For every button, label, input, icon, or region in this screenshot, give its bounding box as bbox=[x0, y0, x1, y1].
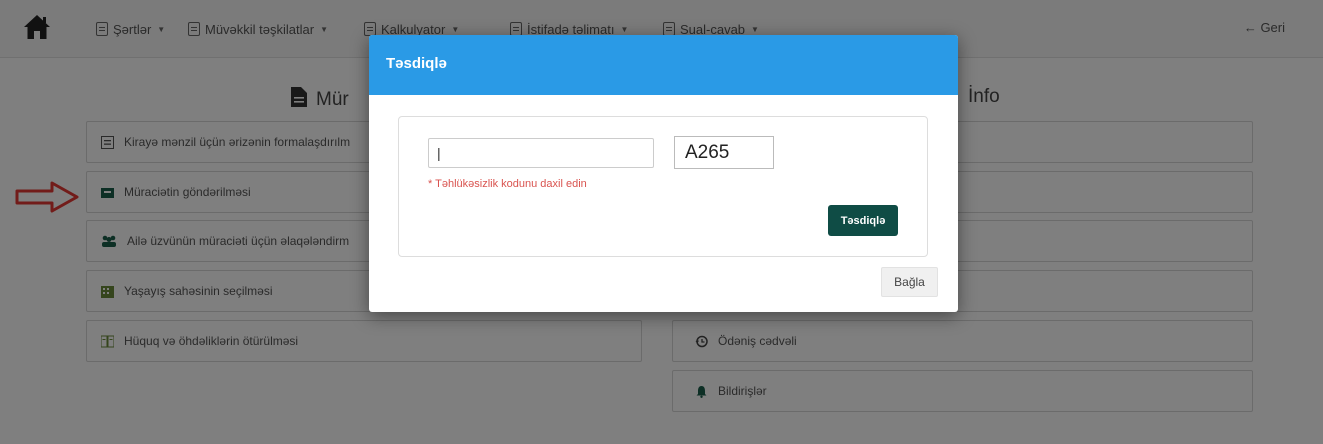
security-code-hint: * Təhlükəsizlik kodunu daxil edin bbox=[428, 178, 587, 190]
confirm-button[interactable]: Təsdiqlə bbox=[828, 205, 898, 236]
security-code-input[interactable] bbox=[428, 138, 654, 168]
security-code-panel: A265 * Təhlükəsizlik kodunu daxil edin T… bbox=[398, 116, 928, 257]
confirm-modal: Təsdiqlə A265 * Təhlükəsizlik kodunu dax… bbox=[369, 35, 958, 312]
captcha-image: A265 bbox=[674, 136, 774, 169]
modal-title: Təsdiqlə bbox=[369, 35, 958, 95]
close-button[interactable]: Bağla bbox=[881, 267, 938, 297]
